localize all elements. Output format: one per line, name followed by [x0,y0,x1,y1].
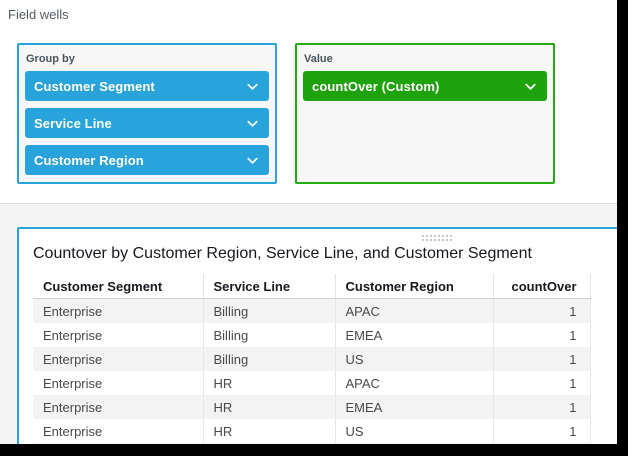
table-row: EnterpriseHRAPAC1 [33,371,590,395]
field-pill-customer-segment[interactable]: Customer Segment [25,71,269,101]
table-cell: EMEA [335,323,493,347]
table-body: EnterpriseBillingAPAC1EnterpriseBillingE… [33,299,590,444]
table-row: EnterpriseHREMEA1 [33,395,590,419]
value-label: Value [304,53,547,66]
chevron-down-icon[interactable] [245,153,260,168]
table-cell: HR [203,419,335,443]
drag-handle-icon[interactable] [422,235,452,243]
column-header-customer-region[interactable]: Customer Region [335,274,493,299]
table-row: EnterpriseBillingUS1 [33,347,590,371]
field-pill-service-line[interactable]: Service Line [25,108,269,138]
table-cell: US [335,419,493,443]
field-pill-label: Service Line [34,116,112,131]
chevron-down-icon[interactable] [523,79,538,94]
table-cell: Billing [203,299,335,324]
field-pill-label: Customer Region [34,153,144,168]
field-pill-customer-region[interactable]: Customer Region [25,145,269,175]
column-header-service-line[interactable]: Service Line [203,274,335,299]
table-cell: Enterprise [33,419,203,443]
table-cell: Billing [203,323,335,347]
table-cell: HR [203,395,335,419]
table-cell: Billing [203,347,335,371]
field-pill-countover[interactable]: countOver (Custom) [303,71,547,101]
table-row-partial [33,443,590,444]
field-pill-label: countOver (Custom) [312,79,439,94]
table-row: EnterpriseBillingEMEA1 [33,323,590,347]
table-cell: Enterprise [33,347,203,371]
chevron-down-icon[interactable] [245,79,260,94]
table-cell: APAC [335,299,493,324]
table-cell: US [335,347,493,371]
app-window: Field wells Group by Customer Segment Se… [0,0,617,444]
chevron-down-icon[interactable] [245,116,260,131]
table-cell: Enterprise [33,299,203,324]
column-header-countover[interactable]: countOver [493,274,590,299]
column-header-customer-segment[interactable]: Customer Segment [33,274,203,299]
data-table: Customer Segment Service Line Customer R… [33,274,590,444]
table-cell: APAC [335,371,493,395]
group-by-field-well: Group by Customer Segment Service Line C… [17,43,277,184]
table-cell: 1 [493,371,590,395]
table-header-row: Customer Segment Service Line Customer R… [33,274,590,299]
field-pill-label: Customer Segment [34,79,155,94]
value-field-well: Value countOver (Custom) [295,43,555,184]
sheet-area: Countover by Customer Region, Service Li… [0,203,617,444]
table-cell: 1 [493,323,590,347]
page-title: Field wells [8,7,69,22]
table-cell: Enterprise [33,323,203,347]
group-by-label: Group by [26,53,269,66]
table-row: EnterpriseHRUS1 [33,419,590,443]
table-cell: 1 [493,419,590,443]
table-cell: 1 [493,299,590,324]
table-row: EnterpriseBillingAPAC1 [33,299,590,324]
table-cell: 1 [493,395,590,419]
table-visual[interactable]: Countover by Customer Region, Service Li… [17,227,617,444]
visual-title: Countover by Customer Region, Service Li… [33,245,532,263]
table-cell: Enterprise [33,395,203,419]
table-cell: HR [203,371,335,395]
table-cell: 1 [493,347,590,371]
table-cell: EMEA [335,395,493,419]
table-cell: Enterprise [33,371,203,395]
